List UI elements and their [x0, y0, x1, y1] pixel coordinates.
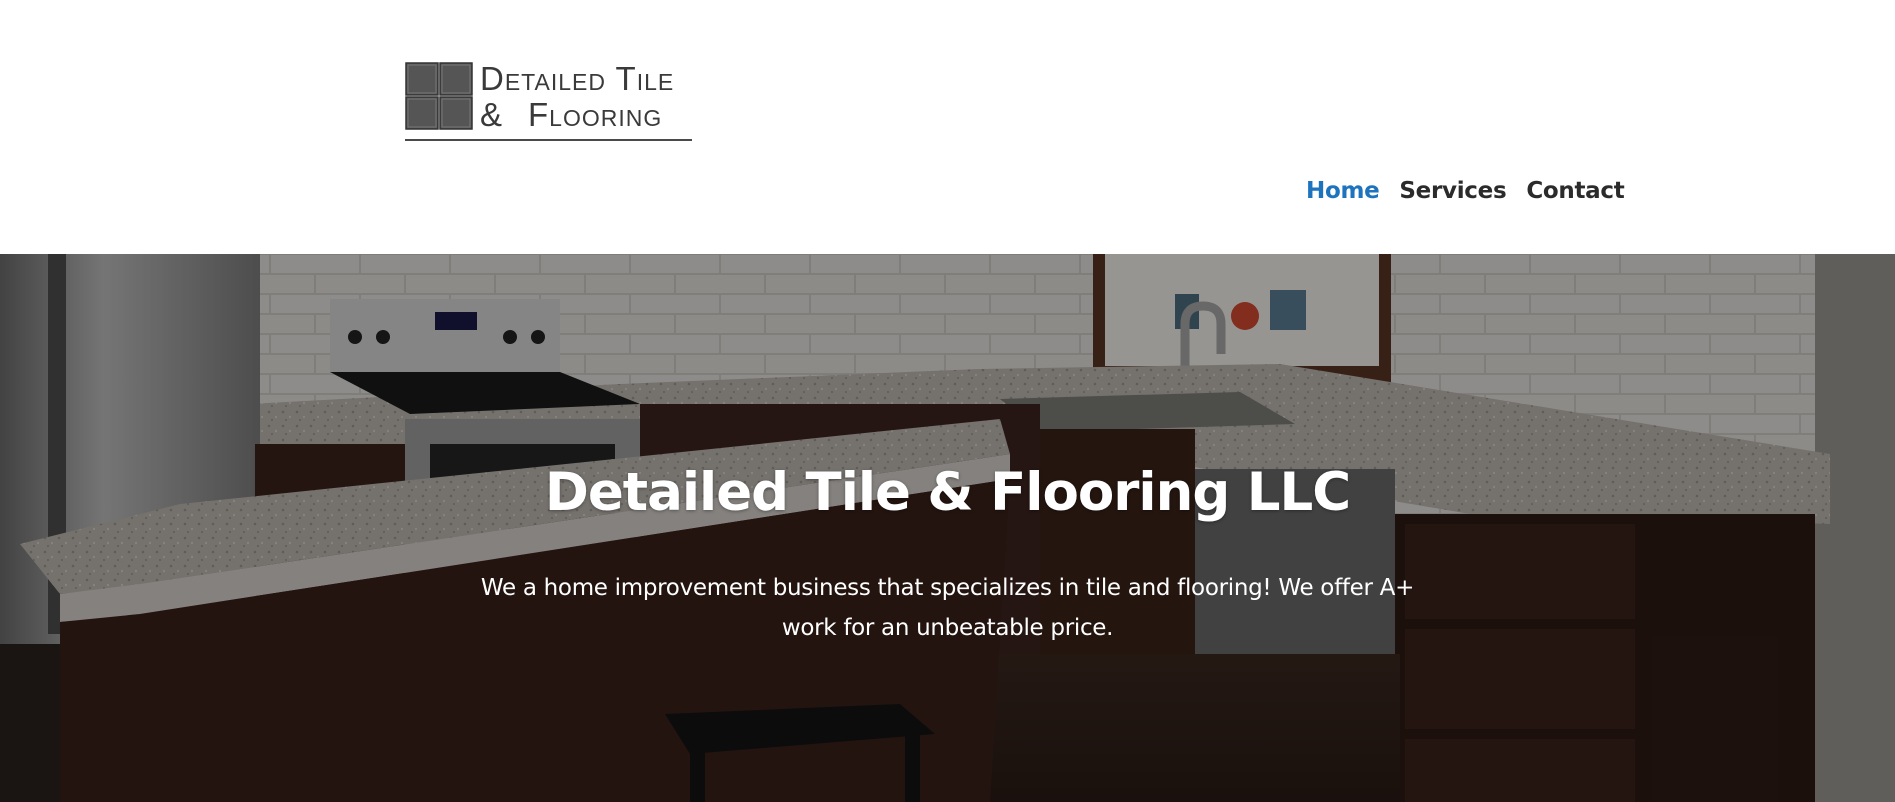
site-header: Detailed Tile & Flooring Home Services Co…	[0, 0, 1895, 254]
logo-text-line2: & Flooring	[480, 96, 662, 134]
hero-description: We a home improvement business that spec…	[480, 575, 1415, 641]
nav-home-link[interactable]: Home	[1306, 178, 1380, 204]
nav-services-link[interactable]: Services	[1399, 178, 1506, 204]
logo-underline	[405, 139, 692, 141]
nav-contact-link[interactable]: Contact	[1526, 178, 1624, 204]
logo-text-line1: Detailed Tile	[480, 60, 675, 97]
hero-title: Detailed Tile & Flooring LLC	[544, 462, 1351, 523]
hero-section: Detailed Tile & Flooring LLC We a home i…	[0, 254, 1895, 802]
main-nav: Home Services Contact	[1306, 178, 1625, 204]
logo-ampersand: &	[480, 96, 504, 133]
tile-grid-logo-icon	[405, 62, 473, 130]
hero-dark-overlay	[0, 254, 1895, 802]
site-logo[interactable]: Detailed Tile & Flooring	[405, 60, 695, 144]
logo-word-flooring: Flooring	[528, 96, 663, 133]
